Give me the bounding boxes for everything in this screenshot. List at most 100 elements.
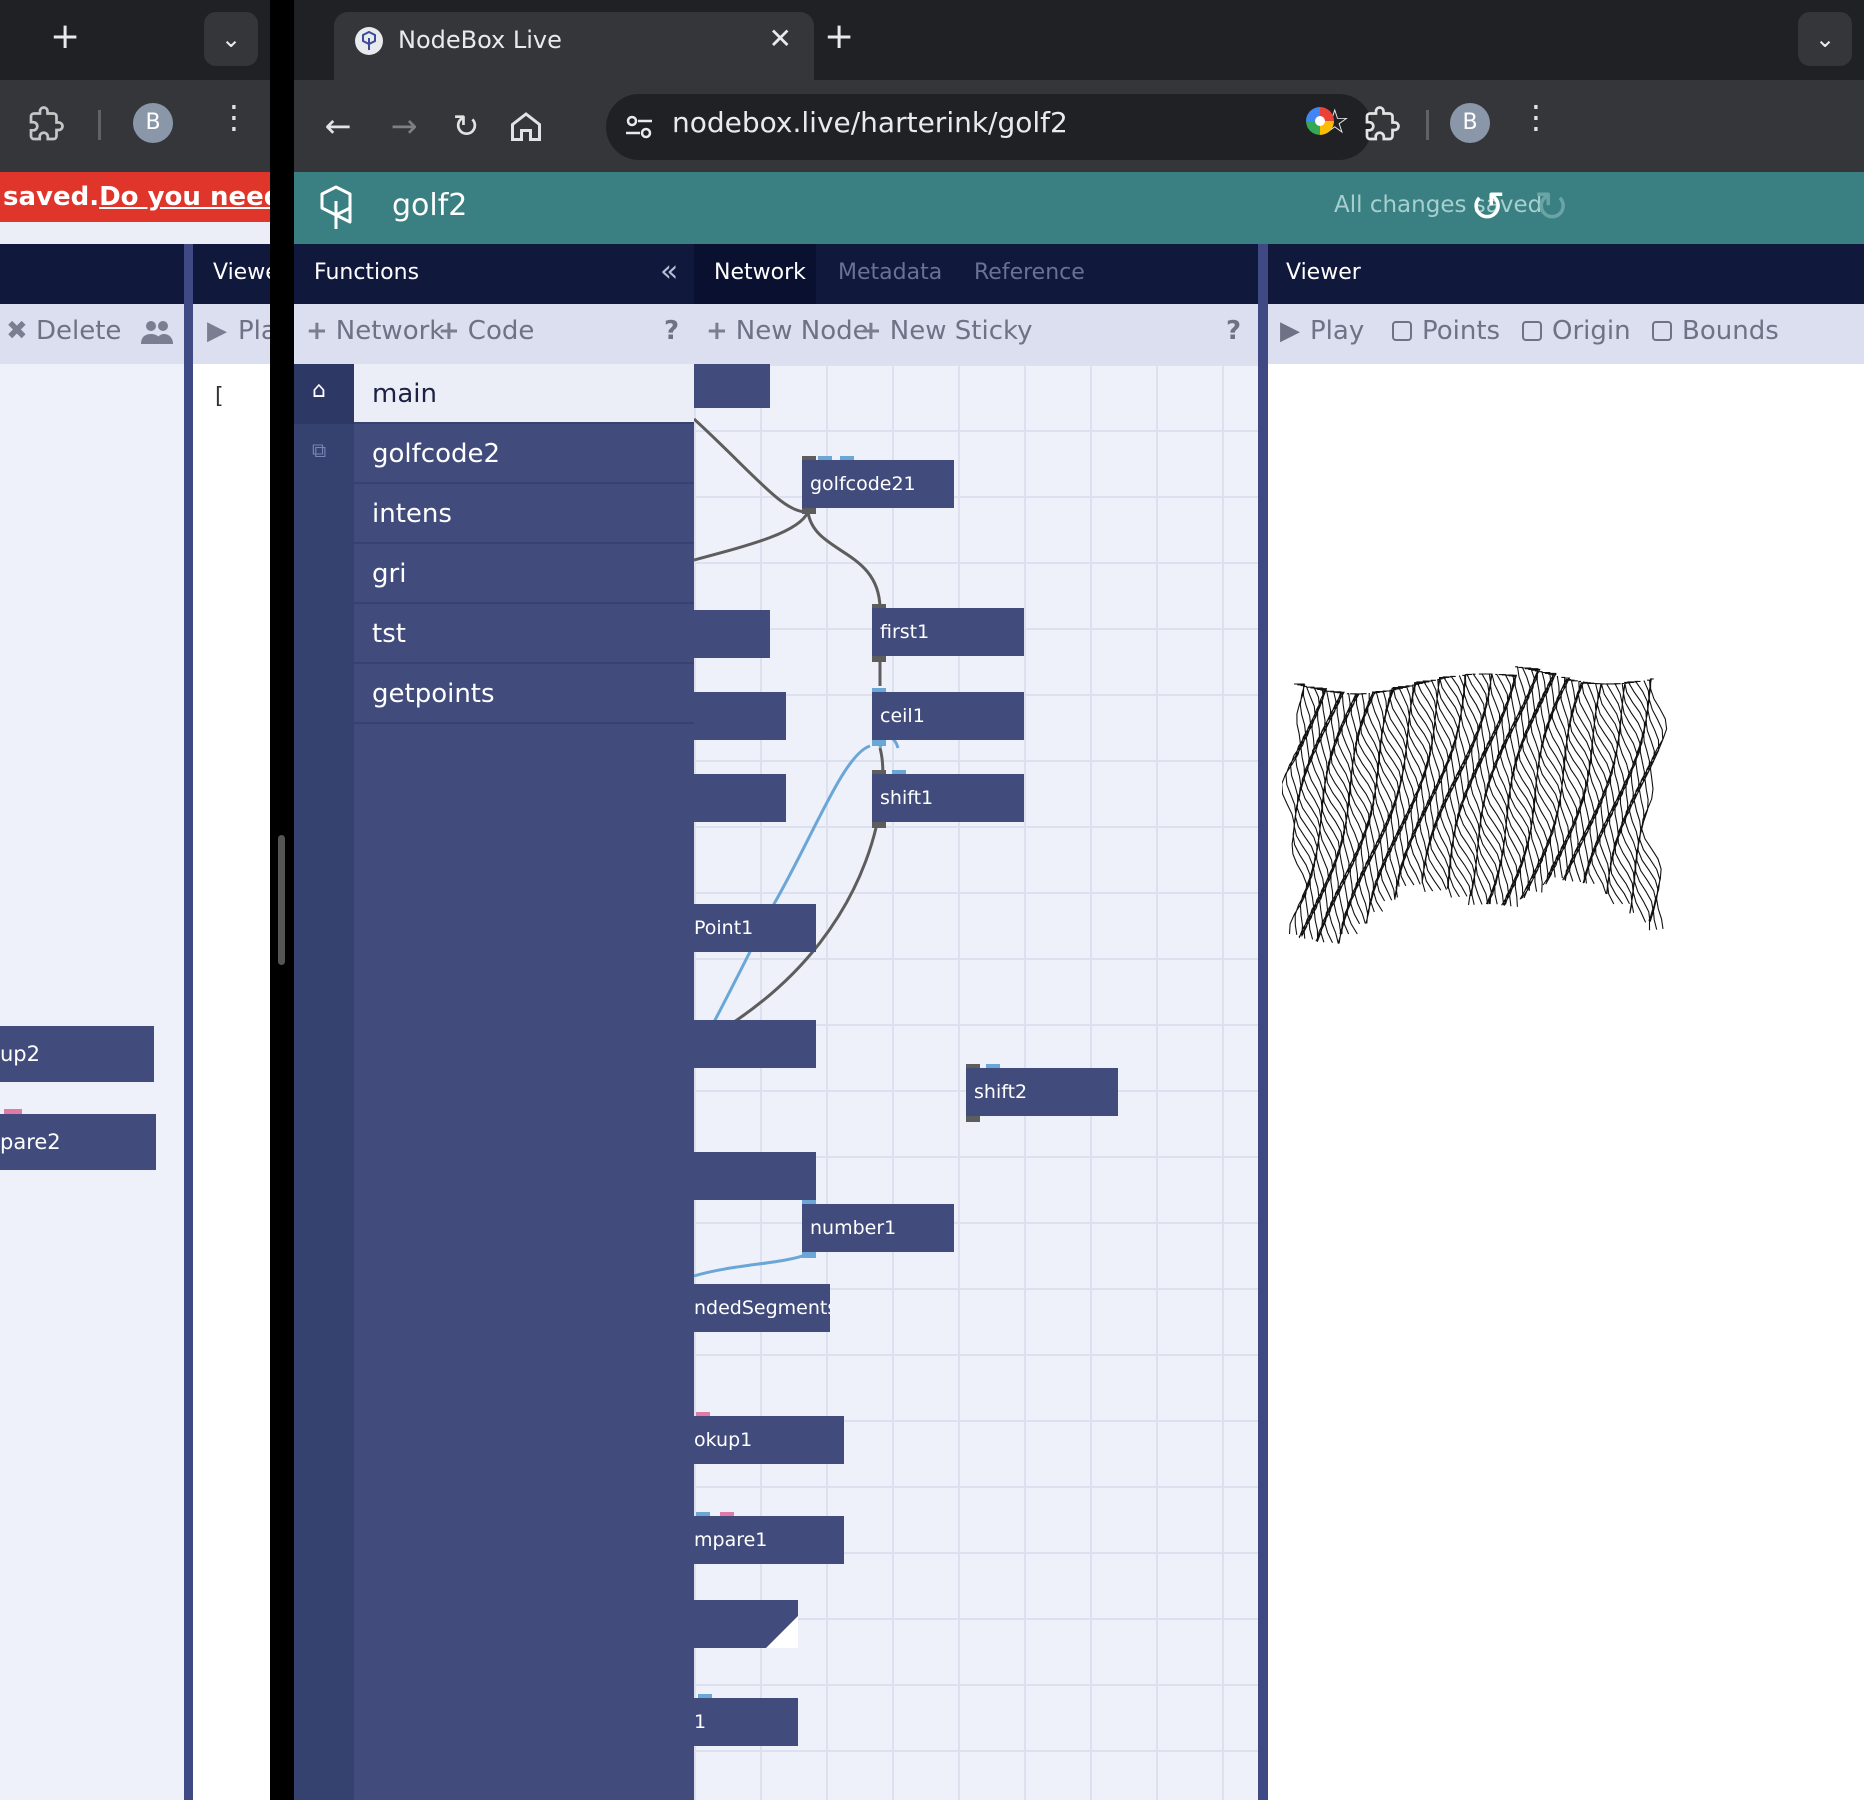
line-art-output bbox=[1282, 666, 1668, 944]
new-tab-button[interactable]: + bbox=[824, 16, 854, 57]
network-node[interactable] bbox=[694, 1600, 798, 1648]
network-help-icon[interactable]: ? bbox=[1226, 316, 1241, 346]
extensions-icon[interactable] bbox=[1364, 106, 1400, 142]
network-node[interactable] bbox=[694, 1152, 816, 1200]
color-wheel-extension-icon[interactable] bbox=[1304, 105, 1336, 137]
network-node-lookup1[interactable]: okup1 bbox=[694, 1416, 844, 1464]
play-button[interactable]: ▶ Play bbox=[1280, 316, 1364, 346]
background-tabstrip: + ⌄ bbox=[0, 0, 270, 80]
tab-reference[interactable]: Reference bbox=[974, 260, 1085, 285]
node-port[interactable] bbox=[966, 1116, 980, 1122]
function-item-tst[interactable]: tst bbox=[354, 604, 694, 664]
redo-icon[interactable]: ↻ bbox=[1534, 182, 1569, 231]
new-node-button[interactable]: + New Node bbox=[706, 316, 869, 346]
background-network-canvas[interactable]: up2 pare2 bbox=[0, 364, 184, 1800]
background-browser-window: + ⌄ B ⋮ saved.Do you need to l Viewe ✖ D… bbox=[0, 0, 270, 1800]
delete-button[interactable]: Delete bbox=[36, 316, 121, 346]
function-item-gri[interactable]: gri bbox=[354, 544, 694, 604]
group-icon[interactable] bbox=[140, 318, 174, 348]
browser-tab[interactable]: NodeBox Live ✕ bbox=[334, 12, 814, 80]
network-node[interactable] bbox=[694, 1020, 816, 1068]
points-checkbox[interactable]: Points bbox=[1392, 316, 1500, 346]
reload-icon[interactable]: ↻ bbox=[440, 100, 492, 152]
network-node-number1[interactable]: number1 bbox=[802, 1204, 954, 1252]
tab-search-icon[interactable]: ⌄ bbox=[1798, 12, 1852, 66]
menu-icon[interactable]: ⋮ bbox=[1520, 98, 1552, 136]
external-link-icon[interactable]: ⧉ bbox=[312, 438, 326, 462]
network-node-segments[interactable]: ndedSegments1 bbox=[694, 1284, 830, 1332]
url-text[interactable]: nodebox.live/harterink/golf2 bbox=[672, 106, 1068, 139]
new-sticky-button[interactable]: + New Sticky bbox=[860, 316, 1033, 346]
site-settings-icon[interactable] bbox=[624, 112, 654, 142]
network-toolbar: + New Node + New Sticky ? bbox=[694, 304, 1258, 364]
function-item-getpoints[interactable]: getpoints bbox=[354, 664, 694, 724]
network-canvas[interactable]: Point1 ndedSegments1 okup1 mpare1 1 golf… bbox=[694, 364, 1258, 1800]
function-item-intens[interactable]: intens bbox=[354, 484, 694, 544]
origin-label: Origin bbox=[1552, 316, 1631, 346]
save-status: All changes saved bbox=[1334, 192, 1543, 218]
profile-avatar[interactable]: B bbox=[133, 103, 173, 143]
warning-link[interactable]: Do you need to l bbox=[99, 182, 270, 212]
functions-title: Functions bbox=[314, 260, 420, 285]
back-icon[interactable]: ← bbox=[312, 100, 364, 152]
network-node[interactable] bbox=[694, 364, 770, 408]
network-node-point1[interactable]: Point1 bbox=[694, 904, 816, 952]
tab-metadata[interactable]: Metadata bbox=[838, 260, 942, 285]
resize-handle[interactable] bbox=[278, 835, 285, 965]
pane-separator[interactable] bbox=[184, 244, 193, 1800]
origin-checkbox[interactable]: Origin bbox=[1522, 316, 1631, 346]
node-port[interactable] bbox=[872, 740, 886, 746]
extensions-icon[interactable] bbox=[28, 106, 64, 142]
forward-icon[interactable]: → bbox=[378, 100, 430, 152]
app-header: golf2 All changes saved ↺ ↻ bbox=[294, 172, 1864, 244]
omnibox[interactable]: nodebox.live/harterink/golf2 ☆ bbox=[606, 94, 1372, 160]
network-node-ceil1[interactable]: ceil1 bbox=[872, 692, 1024, 740]
collapse-icon[interactable]: « bbox=[660, 254, 678, 289]
home-icon[interactable]: ⌂ bbox=[312, 378, 326, 403]
new-node-label: New Node bbox=[735, 316, 869, 346]
node-port[interactable] bbox=[872, 822, 886, 828]
viewer-canvas[interactable] bbox=[1268, 364, 1864, 1800]
background-toolbar: ✖ Delete ▶ Pla bbox=[0, 304, 270, 364]
menu-icon[interactable]: ⋮ bbox=[218, 98, 250, 136]
network-node[interactable] bbox=[694, 610, 770, 658]
functions-help-icon[interactable]: ? bbox=[664, 316, 679, 346]
background-pane-header: Viewe bbox=[0, 244, 270, 304]
network-node-first1[interactable]: first1 bbox=[872, 608, 1024, 656]
add-network-button[interactable]: + Network bbox=[306, 316, 444, 346]
home-icon[interactable] bbox=[508, 108, 544, 144]
network-node[interactable] bbox=[694, 692, 786, 740]
network-node-compare1[interactable]: mpare1 bbox=[694, 1516, 844, 1564]
tab-search-icon[interactable]: ⌄ bbox=[204, 12, 258, 66]
toolbar-divider bbox=[1426, 110, 1429, 140]
viewer-toolbar: ▶ Play Points Origin Bounds bbox=[1268, 304, 1864, 364]
node-port[interactable] bbox=[872, 656, 886, 662]
network-node-partial[interactable]: 1 bbox=[694, 1698, 798, 1746]
tab-network[interactable]: Network bbox=[714, 260, 806, 285]
network-node-shift2[interactable]: shift2 bbox=[966, 1068, 1118, 1116]
add-code-button[interactable]: + Code bbox=[438, 316, 534, 346]
bounds-checkbox[interactable]: Bounds bbox=[1652, 316, 1779, 346]
profile-avatar[interactable]: B bbox=[1450, 103, 1490, 143]
background-node[interactable]: up2 bbox=[0, 1026, 154, 1082]
close-tab-icon[interactable]: ✕ bbox=[769, 22, 792, 55]
pane-separator[interactable] bbox=[1258, 244, 1268, 1800]
window-divider[interactable] bbox=[270, 0, 294, 1800]
node-port[interactable] bbox=[802, 1252, 816, 1258]
function-item-golfcode2[interactable]: golfcode2 bbox=[354, 424, 694, 484]
network-node[interactable] bbox=[694, 774, 786, 822]
network-node-golfcode21[interactable]: golfcode21 bbox=[802, 460, 954, 508]
undo-icon[interactable]: ↺ bbox=[1470, 182, 1505, 231]
background-viewer-tab[interactable]: Viewe bbox=[213, 260, 270, 285]
function-item-main[interactable]: main bbox=[354, 364, 694, 424]
play-icon[interactable]: ▶ bbox=[207, 316, 227, 346]
resize-corner-icon[interactable] bbox=[766, 1616, 798, 1648]
background-play-button[interactable]: Pla bbox=[238, 316, 270, 346]
delete-icon: ✖ bbox=[6, 316, 28, 346]
network-node-shift1[interactable]: shift1 bbox=[872, 774, 1024, 822]
background-node[interactable]: pare2 bbox=[0, 1114, 156, 1170]
node-port[interactable] bbox=[802, 508, 816, 514]
nodebox-logo-icon[interactable] bbox=[314, 184, 360, 232]
document-title[interactable]: golf2 bbox=[392, 188, 467, 223]
new-tab-button[interactable]: + bbox=[50, 16, 80, 57]
